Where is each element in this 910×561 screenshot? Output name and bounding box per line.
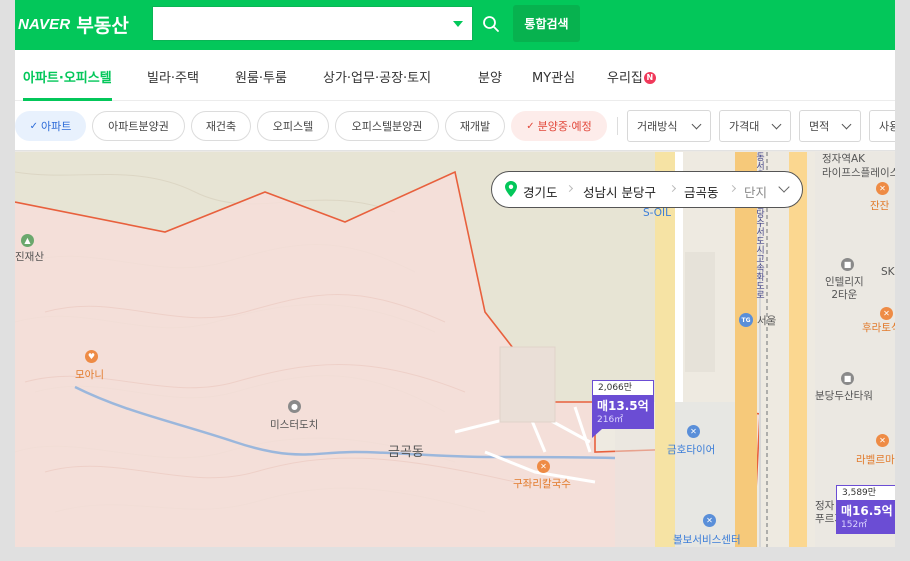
chevron-down-icon xyxy=(841,119,852,130)
tab-commercial-land[interactable]: 상가·업무·공장·토지 xyxy=(323,67,431,101)
label-soil[interactable]: S-OIL xyxy=(643,207,671,219)
chip-apartment-presale-right[interactable]: 아파트분양권 xyxy=(92,111,185,141)
chip-label: 분양중·예정 xyxy=(537,120,592,133)
breadcrumb-province[interactable]: 경기도 xyxy=(523,182,558,201)
label-labelle[interactable]: 라벨르마망 xyxy=(856,452,895,467)
place-icon: ● xyxy=(288,400,301,413)
label-line: 2타운 xyxy=(831,289,858,301)
mountain-icon: ▲ xyxy=(21,234,34,247)
new-badge: N xyxy=(643,72,656,84)
tab-villa-house[interactable]: 빌라·주택 xyxy=(147,67,199,101)
screen-frame: NAVER 부동산 통합검색 아파트·오피스텔 빌라·주택 원룸·투룸 상가·업… xyxy=(0,0,910,561)
label-moani[interactable]: 모아니 xyxy=(75,367,104,382)
category-tabs: 아파트·오피스텔 빌라·주택 원룸·투룸 상가·업무·공장·토지 분양 MY관심… xyxy=(15,50,895,101)
dropdown-label: 가격대 xyxy=(729,120,760,133)
tab-apartment-officetel[interactable]: 아파트·오피스텔 xyxy=(23,67,112,101)
chip-reconstruction[interactable]: 재건축 xyxy=(191,111,251,141)
all-search-button[interactable]: 통합검색 xyxy=(513,5,580,42)
search-button[interactable] xyxy=(473,6,509,41)
building-icon: ■ xyxy=(841,372,854,385)
dropdown-approval-year[interactable]: 사용승 xyxy=(869,110,895,142)
car-service-icon: ✕ xyxy=(687,425,700,438)
logo-service: 부동산 xyxy=(76,14,129,37)
label-jinjaesan[interactable]: 진재산 xyxy=(15,249,44,264)
tollgate-icon: TG xyxy=(739,313,753,327)
cafe-icon: ♥ xyxy=(85,350,98,363)
label-line: 정자역AK xyxy=(822,153,866,165)
filter-divider xyxy=(617,117,618,135)
naver-land-logo[interactable]: NAVER 부동산 xyxy=(18,12,129,37)
chip-officetel[interactable]: 오피스텔 xyxy=(257,111,329,141)
search-icon xyxy=(483,15,499,32)
chevron-down-icon xyxy=(691,119,702,130)
marker-unit-price: 2,066만 xyxy=(592,380,654,395)
marker-body: 매13.5억 216㎡ xyxy=(592,395,654,429)
tab-my-home[interactable]: 우리집 N xyxy=(607,67,656,101)
breadcrumb-separator-icon xyxy=(565,184,574,193)
naver-land-page: NAVER 부동산 통합검색 아파트·오피스텔 빌라·주택 원룸·투룸 상가·업… xyxy=(15,0,895,547)
restaurant-icon: ✕ xyxy=(537,460,550,473)
top-header: NAVER 부동산 통합검색 xyxy=(15,0,895,50)
breadcrumb-city[interactable]: 성남시 분당구 xyxy=(583,182,656,201)
label-bundang-doosan[interactable]: 분당두산타워 xyxy=(815,388,873,403)
dropdown-label: 면적 xyxy=(809,120,830,133)
marker-body: 매16.5억 152㎡ xyxy=(836,500,895,534)
price-marker[interactable]: 2,066만 매13.5억 216㎡ xyxy=(592,380,654,438)
chip-label: 아파트 xyxy=(41,120,72,133)
tab-my-interest[interactable]: MY관심 xyxy=(532,67,575,101)
label-jjan[interactable]: 잔잔 xyxy=(870,198,889,213)
search-dropdown-caret-icon[interactable] xyxy=(453,21,463,27)
marker-tail xyxy=(592,429,602,438)
label-service-center[interactable]: 볼보서비스센터 xyxy=(673,532,741,547)
label-jeongja-ak[interactable]: 정자역AK 라이프스플레이스 xyxy=(822,152,895,180)
building-icon: ■ xyxy=(841,258,854,271)
location-breadcrumb[interactable]: 경기도 성남시 분당구 금곡동 단지 xyxy=(491,171,803,208)
label-geumgok-dong: 금곡동 xyxy=(388,445,424,460)
label-mister-donut[interactable]: 미스터도치 xyxy=(270,417,318,432)
chip-apartment[interactable]: ✓ 아파트 xyxy=(15,111,86,141)
label-intelligence[interactable]: 인텔리지 2타운 xyxy=(825,276,864,302)
tab-oneroom-tworoom[interactable]: 원룸·투룸 xyxy=(235,67,287,101)
breadcrumb-dong[interactable]: 금곡동 xyxy=(684,182,719,201)
tab-presale[interactable]: 분양 xyxy=(478,67,502,101)
label-highway: 동서울방향 분당수서도시고속화도로 xyxy=(754,152,764,299)
chip-officetel-presale-right[interactable]: 오피스텔분양권 xyxy=(335,111,439,141)
dropdown-area[interactable]: 면적 xyxy=(799,110,861,142)
breadcrumb-separator-icon xyxy=(728,184,737,193)
car-service-icon: ✕ xyxy=(703,514,716,527)
chip-redevelopment[interactable]: 재개발 xyxy=(445,111,505,141)
check-icon: ✓ xyxy=(29,120,38,132)
breadcrumb-separator-icon xyxy=(668,184,677,193)
search-input[interactable] xyxy=(152,6,473,41)
marker-unit-price: 3,589만 xyxy=(836,485,895,500)
dropdown-price[interactable]: 가격대 xyxy=(719,110,791,142)
map-view[interactable]: ▲ 진재산 ♥ 모아니 ● 미스터도치 금곡동 ✕ 구좌리칼국수 ✕ 금호타이어… xyxy=(15,152,895,547)
label-line: 라이프스플레이스 xyxy=(822,167,895,179)
label-jujeori[interactable]: 구좌리칼국수 xyxy=(513,476,571,491)
restaurant-icon: ✕ xyxy=(880,307,893,320)
label-line: 인텔리지 xyxy=(825,276,864,288)
chevron-down-icon[interactable] xyxy=(778,181,790,193)
marker-price: 매16.5억 xyxy=(841,504,893,518)
chip-presale-ongoing[interactable]: ✓ 분양중·예정 xyxy=(511,111,607,141)
price-marker[interactable]: 3,589만 매16.5억 152㎡ xyxy=(836,485,895,534)
chevron-down-icon xyxy=(771,119,782,130)
filter-bar: ✓ 아파트 아파트분양권 재건축 오피스텔 오피스텔분양권 재개발 ✓ 분양중·예정… xyxy=(15,101,895,151)
dropdown-label: 사용승 xyxy=(879,120,895,133)
dropdown-trade-type[interactable]: 거래방식 xyxy=(627,110,711,142)
label-geumho-tire[interactable]: 금호타이어 xyxy=(667,442,715,457)
logo-brand: NAVER xyxy=(18,15,71,33)
tab-my-home-label: 우리집 xyxy=(607,71,643,86)
label-hura[interactable]: 후라토식당 xyxy=(862,320,895,335)
location-pin-icon xyxy=(505,181,517,197)
check-icon: ✓ xyxy=(526,120,535,132)
restaurant-icon: ✕ xyxy=(876,182,889,195)
marker-area: 216㎡ xyxy=(597,415,624,425)
label-sk-u[interactable]: SK U타 xyxy=(881,264,895,279)
marker-price: 매13.5억 xyxy=(597,399,649,413)
dropdown-label: 거래방식 xyxy=(637,120,678,133)
restaurant-icon: ✕ xyxy=(876,434,889,447)
breadcrumb-complex[interactable]: 단지 xyxy=(744,182,767,201)
marker-area: 152㎡ xyxy=(841,520,868,530)
